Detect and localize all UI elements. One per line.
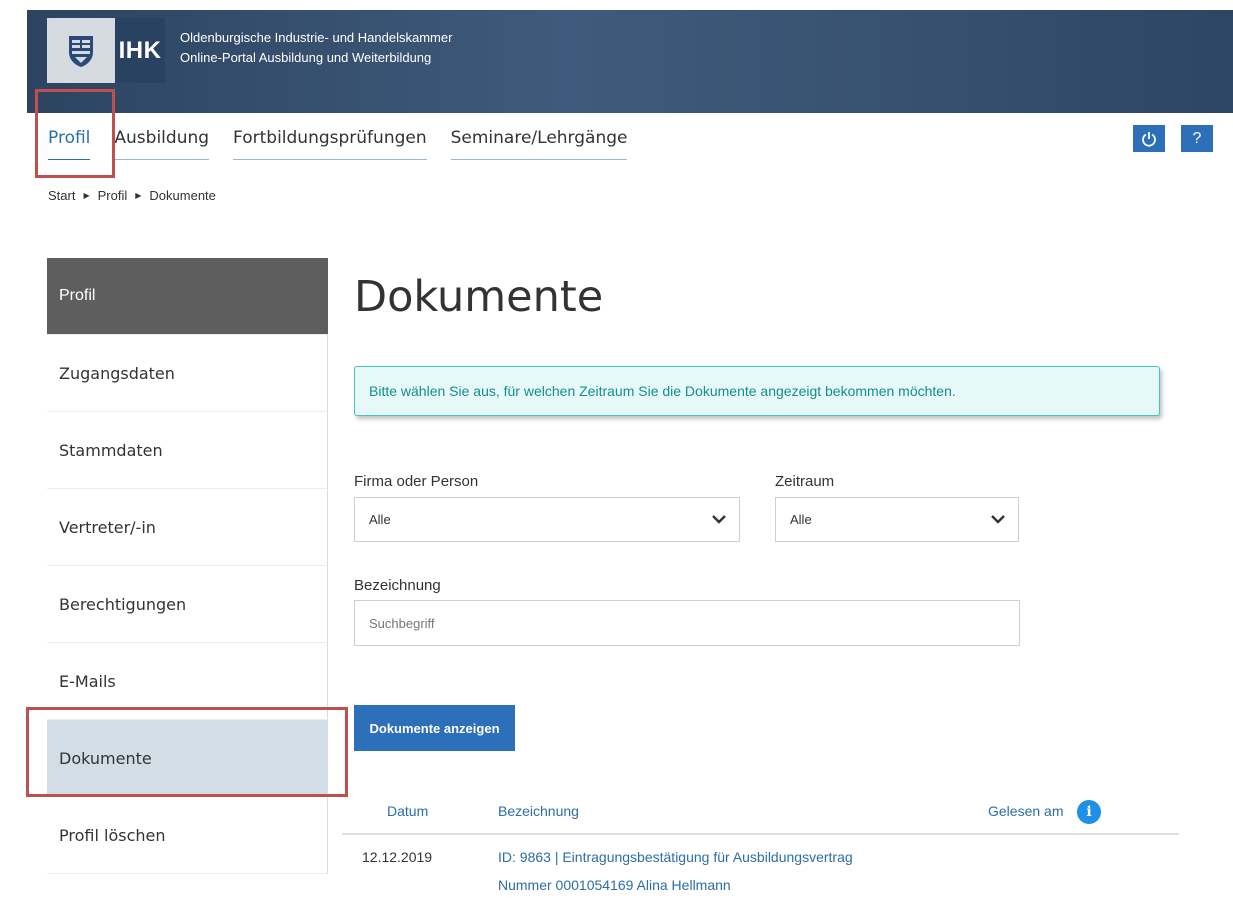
firma-label: Firma oder Person (354, 473, 479, 490)
coat-of-arms-icon (47, 18, 115, 83)
sidebar-heading-profil[interactable]: Profil (47, 258, 328, 335)
firma-select[interactable]: Alle (354, 497, 740, 542)
column-header-datum[interactable]: Datum (387, 803, 428, 819)
chevron-down-icon (712, 515, 726, 524)
zeitraum-select-value: Alle (790, 512, 812, 527)
breadcrumb-separator-icon: ▶ (135, 191, 142, 200)
help-button[interactable]: ? (1181, 125, 1213, 152)
top-navigation: Profil Ausbildung Fortbildungsprüfungen … (48, 128, 651, 160)
page-title: Dokumente (354, 272, 604, 322)
firma-select-value: Alle (369, 512, 391, 527)
breadcrumb-profil[interactable]: Profil (98, 188, 128, 203)
info-icon[interactable]: i (1077, 800, 1101, 824)
topnav-seminare-lehrgaenge[interactable]: Seminare/Lehrgänge (450, 128, 628, 160)
breadcrumb-separator-icon: ▶ (83, 191, 90, 200)
bezeichnung-label: Bezeichnung (354, 577, 441, 594)
breadcrumb: Start ▶ Profil ▶ Dokumente (48, 188, 216, 203)
topnav-fortbildungspruefungen[interactable]: Fortbildungsprüfungen (233, 128, 427, 160)
sidebar-item-profil-loeschen[interactable]: Profil löschen (47, 797, 328, 874)
row-bezeichnung-line2[interactable]: Nummer 0001054169 Alina Hellmann (498, 871, 978, 898)
breadcrumb-start[interactable]: Start (48, 188, 75, 203)
table-header: Datum Bezeichnung Gelesen am (342, 793, 1179, 835)
chevron-down-icon (991, 515, 1005, 524)
logo-text: IHK (118, 36, 162, 64)
zeitraum-label: Zeitraum (775, 473, 835, 490)
row-bezeichnung-link[interactable]: ID: 9863 | Eintragungsbestätigung für Au… (498, 843, 978, 898)
highlight-marker-profil (35, 89, 115, 178)
highlight-marker-dokumente (26, 707, 348, 797)
sidebar-item-zugangsdaten[interactable]: Zugangsdaten (47, 335, 328, 412)
logout-button[interactable] (1133, 125, 1165, 152)
bezeichnung-search-input[interactable] (354, 600, 1020, 646)
row-bezeichnung-line1[interactable]: ID: 9863 | Eintragungsbestätigung für Au… (498, 843, 978, 871)
topnav-ausbildung[interactable]: Ausbildung (114, 128, 210, 160)
sidebar-item-berechtigungen[interactable]: Berechtigungen (47, 566, 328, 643)
breadcrumb-dokumente: Dokumente (149, 188, 216, 203)
portal-name: Online-Portal Ausbildung und Weiterbildu… (180, 50, 432, 65)
row-datum: 12.12.2019 (362, 849, 433, 865)
ihk-logo[interactable]: IHK (47, 18, 165, 83)
sidebar-item-vertreter[interactable]: Vertreter/-in (47, 489, 328, 566)
info-message: Bitte wählen Sie aus, für welchen Zeitra… (354, 366, 1160, 416)
org-title: Oldenburgische Industrie- und Handelskam… (180, 28, 452, 68)
sidebar-item-stammdaten[interactable]: Stammdaten (47, 412, 328, 489)
column-header-gelesen-am[interactable]: Gelesen am (988, 803, 1063, 819)
org-name: Oldenburgische Industrie- und Handelskam… (180, 30, 453, 45)
power-icon (1142, 131, 1156, 147)
zeitraum-select[interactable]: Alle (775, 497, 1019, 542)
column-header-bezeichnung[interactable]: Bezeichnung (498, 803, 579, 819)
dokumente-anzeigen-button[interactable]: Dokumente anzeigen (354, 705, 515, 751)
